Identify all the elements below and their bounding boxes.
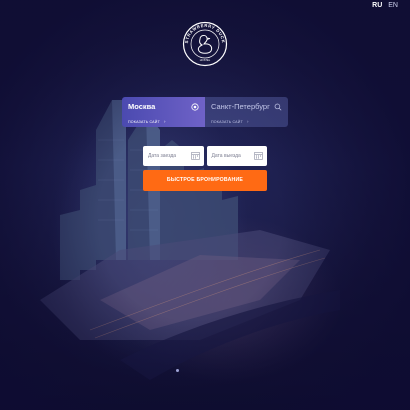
show-site-link-moscow[interactable]: ПОКАЗАТЬ САЙТ › [128, 119, 166, 124]
lang-ru-link[interactable]: RU [372, 2, 382, 9]
check-out-field[interactable]: Дата выезда [206, 146, 267, 166]
chevron-right-icon: › [163, 119, 166, 124]
duck-logo-icon: STRAWBERRY DUCK HOSTEL [182, 21, 228, 67]
language-switcher: RU EN [372, 2, 398, 9]
hostel-logo[interactable]: STRAWBERRY DUCK HOSTEL [182, 21, 228, 67]
lang-en-link[interactable]: EN [388, 2, 398, 9]
check-out-placeholder: Дата выезда [211, 153, 241, 159]
location-target-icon [191, 103, 199, 111]
show-site-link-spb[interactable]: ПОКАЗАТЬ САЙТ › [211, 119, 249, 124]
quick-booking-button[interactable]: БЫСТРОЕ БРОНИРОВАНИЕ [143, 170, 267, 191]
scroll-indicator[interactable] [176, 369, 179, 372]
check-in-field[interactable]: Дата заезда [143, 146, 204, 166]
city-selector: Москва ПОКАЗАТЬ САЙТ › Санкт-Петербург ПО… [122, 97, 288, 127]
city-option-spb[interactable]: Санкт-Петербург ПОКАЗАТЬ САЙТ › [205, 97, 288, 127]
city-to-name: Санкт-Петербург [211, 102, 270, 111]
search-icon [274, 103, 282, 111]
show-site-label: ПОКАЗАТЬ САЙТ [128, 120, 160, 124]
city-from-name: Москва [128, 102, 156, 111]
chevron-right-icon: › [246, 119, 249, 124]
date-range: Дата заезда Дата выезда [143, 146, 267, 166]
city-option-moscow[interactable]: Москва ПОКАЗАТЬ САЙТ › [122, 97, 205, 127]
logo-ring-text: STRAWBERRY DUCK [184, 23, 225, 44]
calendar-icon [190, 152, 200, 160]
svg-text:STRAWBERRY DUCK: STRAWBERRY DUCK [184, 23, 226, 44]
logo-bottom-text: HOSTEL [200, 58, 211, 62]
check-in-placeholder: Дата заезда [148, 153, 177, 159]
calendar-icon [254, 152, 263, 160]
show-site-label: ПОКАЗАТЬ САЙТ [211, 120, 243, 124]
